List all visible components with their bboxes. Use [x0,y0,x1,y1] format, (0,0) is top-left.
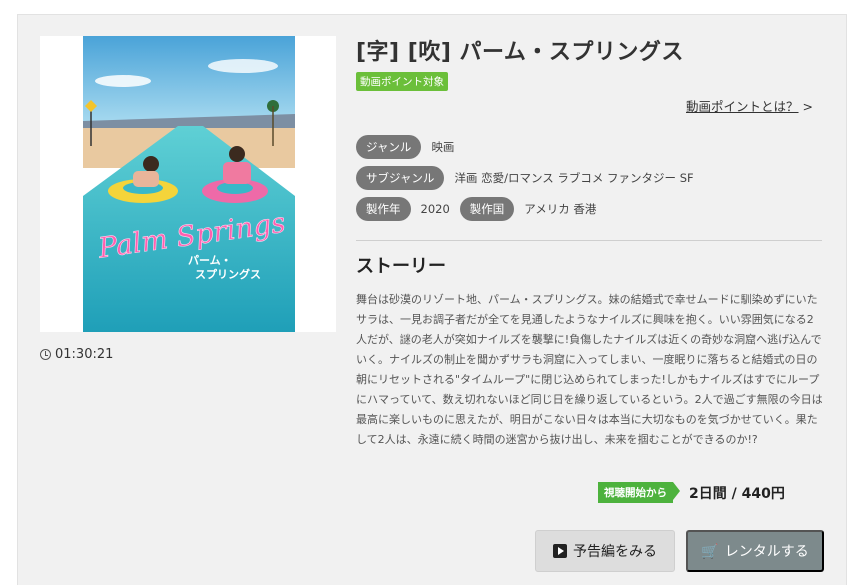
movie-title: [字] [吹] パーム・スプリングス [356,40,684,65]
video-point-badge: 動画ポイント対象 [356,72,448,91]
poster-image: Palm Springs パーム・ スプリングス [83,36,295,332]
trailer-button[interactable]: 予告編をみる [535,530,675,572]
poster-container: Palm Springs パーム・ スプリングス [40,36,336,332]
story-heading: ストーリー [356,256,446,277]
video-point-help-link[interactable]: 動画ポイントとは？ > [686,96,813,115]
rental-price: 2日間 / 440円 [689,485,785,502]
poster-title-jp-1: パーム・ [188,254,232,267]
viewing-start-badge: 視聴開始から [598,482,680,503]
trailer-button-label: 予告編をみる [573,543,657,559]
subgenre-tag: サブジャンル [356,166,445,190]
play-icon [553,544,567,558]
genre-value[interactable]: 映画 [431,139,454,155]
country-tag: 製作国 [459,197,515,221]
genre-row: ジャンル 映画 [356,135,454,159]
duration-value: 01:30:21 [55,347,114,362]
rent-button[interactable]: 🛒 レンタルする [686,530,824,572]
divider [356,240,822,241]
year-value: 2020 [420,202,450,216]
rent-button-label: レンタルする [724,543,809,559]
story-text: 舞台は砂漠のリゾート地、パーム・スプリングス。妹の結婚式で幸せムードに馴染めずに… [356,293,823,446]
country-value: アメリカ 香港 [524,202,597,216]
poster-title-jp-2: スプリングス [195,267,261,281]
movie-poster[interactable]: Palm Springs パーム・ スプリングス [83,36,295,332]
genre-tag: ジャンル [356,135,422,159]
video-point-link-label: 動画ポイントとは？ [686,99,799,114]
year-country-row: 製作年 2020 製作国 アメリカ 香港 [356,197,596,221]
chevron-right-icon: > [802,99,813,114]
duration: 01:30:21 [40,347,113,362]
price-row: 視聴開始から 2日間 / 440円 [598,482,785,503]
clock-icon [40,349,51,360]
subgenre-value[interactable]: 洋画 恋愛/ロマンス ラブコメ ファンタジー SF [454,170,693,186]
cart-icon: 🛒 [701,542,719,559]
subgenre-row: サブジャンル 洋画 恋愛/ロマンス ラブコメ ファンタジー SF [356,166,694,190]
year-tag: 製作年 [356,197,411,221]
